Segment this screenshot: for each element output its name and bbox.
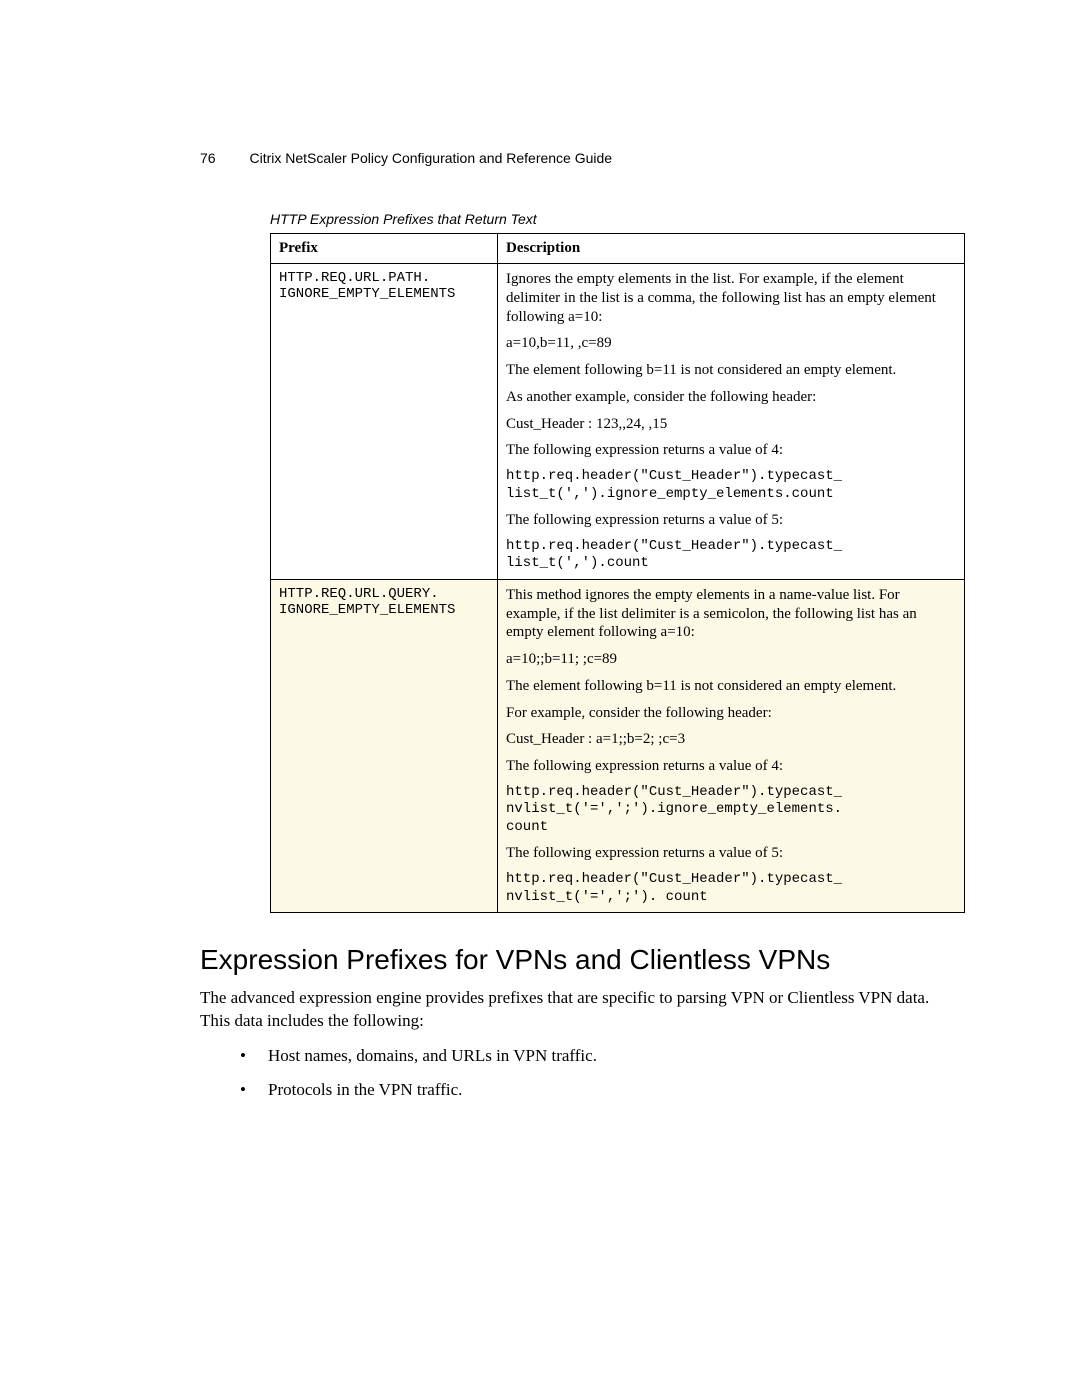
desc-text: Cust_Header : 123,,24, ,15 bbox=[506, 415, 956, 434]
table-row: HTTP.REQ.URL.QUERY. IGNORE_EMPTY_ELEMENT… bbox=[271, 579, 965, 912]
description-cell: This method ignores the empty elements i… bbox=[498, 579, 965, 912]
code-line: http.req.header("Cust_Header").typecast_ bbox=[506, 538, 842, 554]
list-item: Host names, domains, and URLs in VPN tra… bbox=[240, 1044, 960, 1068]
desc-text: a=10;;b=11; ;c=89 bbox=[506, 650, 956, 669]
code-line: nvlist_t('=',';').ignore_empty_elements. bbox=[506, 801, 842, 817]
desc-text: The element following b=11 is not consid… bbox=[506, 361, 956, 380]
code-text: http.req.header("Cust_Header").typecast_… bbox=[506, 784, 956, 837]
code-line: http.req.header("Cust_Header").typecast_ bbox=[506, 871, 842, 887]
desc-text: Cust_Header : a=1;;b=2; ;c=3 bbox=[506, 730, 956, 749]
prefix-table: Prefix Description HTTP.REQ.URL.PATH. IG… bbox=[270, 233, 965, 913]
prefix-cell: HTTP.REQ.URL.PATH. IGNORE_EMPTY_ELEMENTS bbox=[271, 264, 498, 580]
desc-text: The following expression returns a value… bbox=[506, 511, 956, 530]
doc-title: Citrix NetScaler Policy Configuration an… bbox=[249, 150, 612, 166]
code-line: http.req.header("Cust_Header").typecast_ bbox=[506, 468, 842, 484]
code-text: http.req.header("Cust_Header").typecast_… bbox=[506, 538, 956, 573]
page: 76 Citrix NetScaler Policy Configuration… bbox=[0, 0, 1080, 1212]
code-line: list_t(',').ignore_empty_elements.count bbox=[506, 486, 834, 502]
prefix-cell: HTTP.REQ.URL.QUERY. IGNORE_EMPTY_ELEMENT… bbox=[271, 579, 498, 912]
desc-text: Ignores the empty elements in the list. … bbox=[506, 270, 956, 326]
desc-text: The following expression returns a value… bbox=[506, 844, 956, 863]
desc-text: The following expression returns a value… bbox=[506, 441, 956, 460]
table-row: HTTP.REQ.URL.PATH. IGNORE_EMPTY_ELEMENTS… bbox=[271, 264, 965, 580]
col-prefix: Prefix bbox=[271, 234, 498, 264]
prefix-text: HTTP.REQ.URL.QUERY. bbox=[279, 586, 439, 602]
running-header: 76 Citrix NetScaler Policy Configuration… bbox=[200, 150, 960, 166]
code-text: http.req.header("Cust_Header").typecast_… bbox=[506, 468, 956, 503]
table-caption: HTTP Expression Prefixes that Return Tex… bbox=[270, 211, 960, 227]
desc-text: This method ignores the empty elements i… bbox=[506, 586, 956, 642]
prefix-text: HTTP.REQ.URL.PATH. bbox=[279, 270, 430, 286]
description-cell: Ignores the empty elements in the list. … bbox=[498, 264, 965, 580]
table-header-row: Prefix Description bbox=[271, 234, 965, 264]
page-number: 76 bbox=[200, 150, 216, 166]
prefix-text: IGNORE_EMPTY_ELEMENTS bbox=[279, 602, 455, 618]
desc-text: The following expression returns a value… bbox=[506, 757, 956, 776]
code-line: http.req.header("Cust_Header").typecast_ bbox=[506, 784, 842, 800]
bullet-list: Host names, domains, and URLs in VPN tra… bbox=[240, 1044, 960, 1102]
code-line: list_t(',').count bbox=[506, 555, 649, 571]
list-item: Protocols in the VPN traffic. bbox=[240, 1078, 960, 1102]
code-text: http.req.header("Cust_Header").typecast_… bbox=[506, 871, 956, 906]
prefix-text: IGNORE_EMPTY_ELEMENTS bbox=[279, 286, 455, 302]
code-line: nvlist_t('=',';'). count bbox=[506, 889, 708, 905]
desc-text: The element following b=11 is not consid… bbox=[506, 677, 956, 696]
desc-text: a=10,b=11, ,c=89 bbox=[506, 334, 956, 353]
col-description: Description bbox=[498, 234, 965, 264]
section-heading: Expression Prefixes for VPNs and Clientl… bbox=[200, 943, 960, 977]
desc-text: As another example, consider the followi… bbox=[506, 388, 956, 407]
desc-text: For example, consider the following head… bbox=[506, 704, 956, 723]
code-line: count bbox=[506, 819, 548, 835]
section-intro: The advanced expression engine provides … bbox=[200, 987, 960, 1033]
